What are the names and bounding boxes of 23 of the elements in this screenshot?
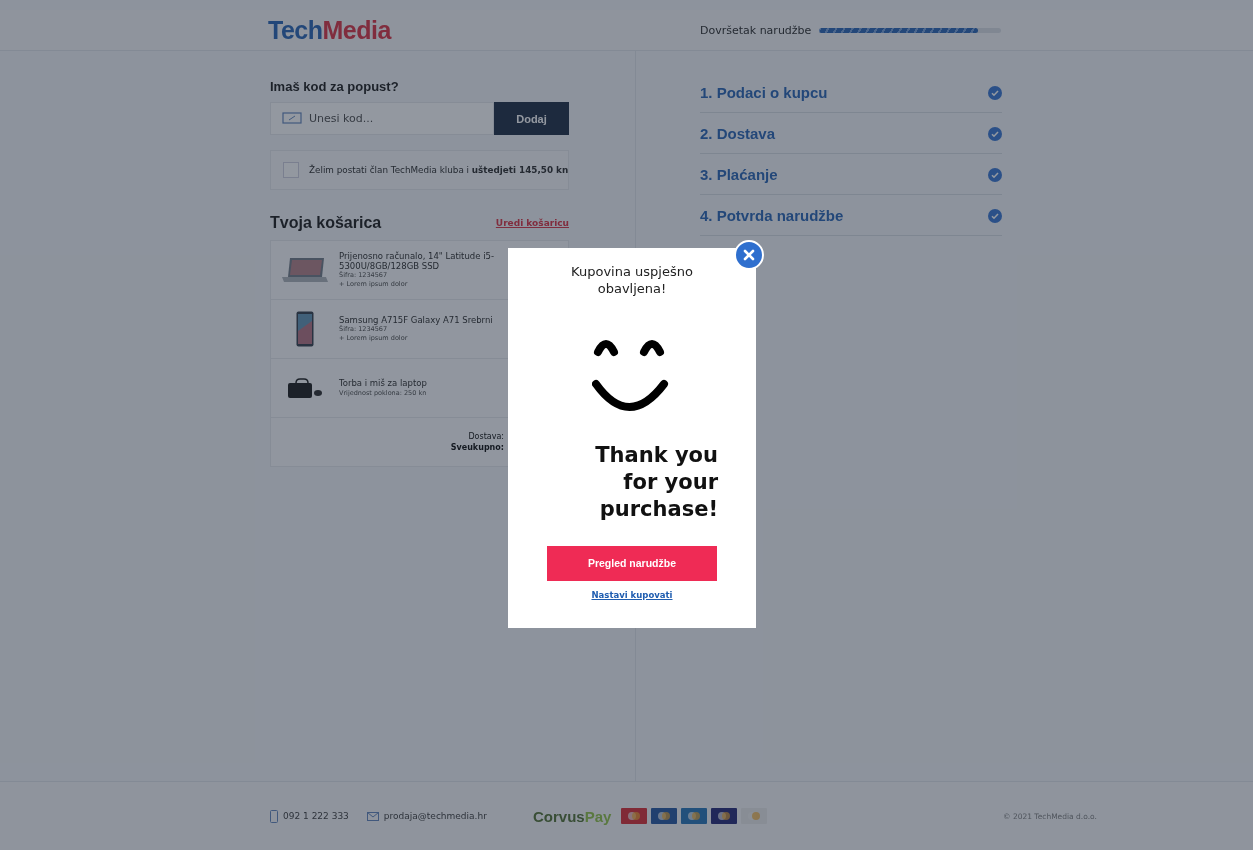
club-offer-text: Želim postati član TechMedia kluba i uštedjeti 145,50 kn — [309, 165, 569, 175]
payment-provider-logo: CorvusPay — [533, 807, 612, 825]
email-link[interactable]: prodaja@techmedia.hr — [383, 811, 487, 821]
product-name: Prijenosno računalo, 14" Latitude i5-5300U/8GB/128GB SSD — [339, 250, 495, 271]
phone-number: 092 1 222 333 — [283, 811, 349, 821]
techmedia-logo[interactable]: TechMedia — [268, 15, 634, 45]
cart-heading: Tvoja košarica — [270, 214, 382, 232]
discount-heading: Imaš kod za popust? — [270, 79, 400, 94]
continue-shopping-link[interactable]: Nastavi kupovati — [591, 589, 673, 600]
step-title[interactable]: 1. Podaci o kupcu — [700, 84, 828, 101]
order-review-button[interactable]: Pregled narudžbe — [547, 545, 717, 581]
total-label: Dostava: — [468, 432, 504, 441]
dialog-title: Kupovina uspješno obavljena! — [570, 264, 694, 298]
product-name: Samsung A715F Galaxy A71 Srebrni — [339, 314, 494, 325]
thank-you-message: Thank you for your purchase! — [595, 441, 718, 524]
add-button[interactable]: Dodaj — [494, 102, 569, 135]
progress-label: Dovršetak narudžbe — [700, 23, 812, 37]
coupon-field[interactable]: Unesi kod... — [270, 102, 494, 135]
edit-cart-link[interactable]: Uredi košaricu — [495, 218, 569, 228]
step-title[interactable]: 4. Potvrda narudžbe — [700, 207, 844, 224]
total-label: Sveukupno: — [450, 443, 504, 452]
step-title[interactable]: 3. Plaćanje — [700, 166, 778, 183]
step-title[interactable]: 2. Dostava — [700, 125, 776, 142]
